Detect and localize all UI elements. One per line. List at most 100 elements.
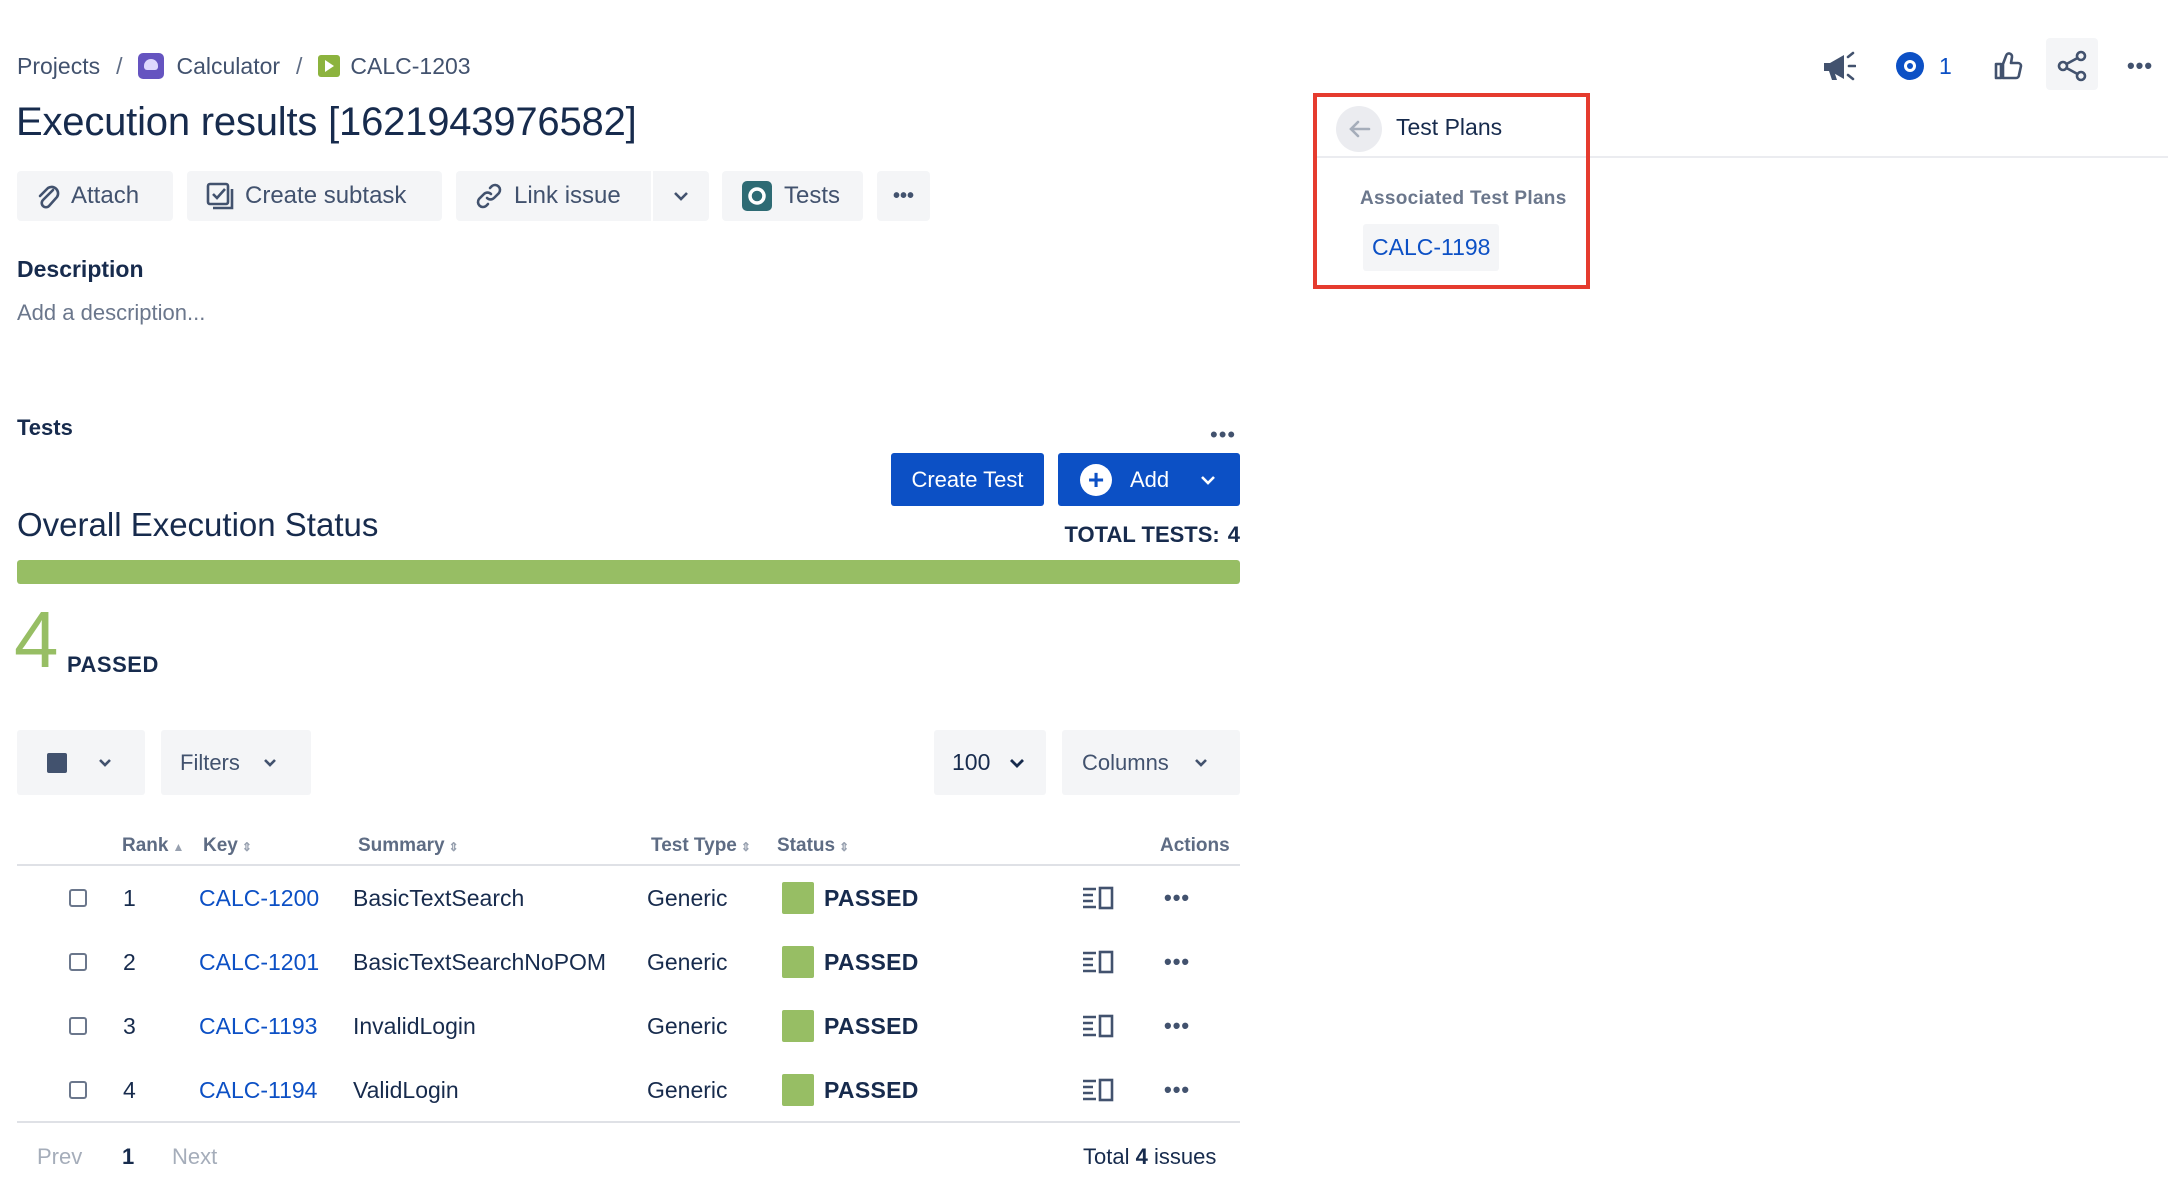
- description-field[interactable]: Add a description...: [17, 300, 205, 326]
- row-status: PASSED: [782, 866, 919, 930]
- row-summary: ValidLogin: [353, 1076, 459, 1103]
- highlight-box: [1313, 93, 1590, 289]
- columns-dropdown[interactable]: Columns: [1062, 730, 1240, 795]
- column-header-key[interactable]: Key ⇕: [203, 835, 252, 857]
- breadcrumb-separator: /: [116, 52, 123, 79]
- tests-button[interactable]: Tests: [722, 171, 863, 221]
- share-icon: [2054, 44, 2090, 88]
- total-issues-count: 4: [1135, 1144, 1148, 1169]
- feedback-megaphone-icon[interactable]: [1818, 44, 1858, 88]
- sort-icon: ⇕: [241, 840, 252, 854]
- pagination-prev[interactable]: Prev: [37, 1144, 82, 1170]
- add-button[interactable]: + Add: [1058, 453, 1240, 506]
- watch-button[interactable]: 1: [1893, 44, 1953, 88]
- total-issues-suffix: issues: [1153, 1144, 1217, 1169]
- row-test-type: Generic: [647, 1012, 728, 1039]
- total-issues-prefix: Total: [1083, 1144, 1130, 1169]
- row-key-link[interactable]: CALC-1193: [199, 994, 317, 1058]
- breadcrumb-issue-link[interactable]: CALC-1203: [350, 53, 470, 80]
- row-status: PASSED: [782, 1058, 919, 1122]
- row-summary: BasicTextSearchNoPOM: [353, 948, 607, 975]
- row-rank: 1: [123, 884, 136, 911]
- pagination-next[interactable]: Next: [172, 1144, 217, 1170]
- chevron-down-icon: [1008, 757, 1026, 769]
- create-subtask-button[interactable]: Create subtask: [187, 171, 442, 221]
- tests-more-button[interactable]: •••: [1210, 422, 1236, 448]
- more-actions-button[interactable]: •••: [877, 171, 930, 221]
- select-all-dropdown[interactable]: [17, 730, 145, 795]
- page-title[interactable]: Execution results [1621943976582]: [16, 100, 637, 145]
- select-square-icon: [47, 752, 67, 773]
- table-row: 4 CALC-1194 ValidLogin Generic PASSED ••…: [17, 1058, 1240, 1122]
- tests-label: Tests: [784, 182, 841, 209]
- breadcrumb-project-link[interactable]: Calculator: [176, 53, 280, 80]
- add-label: Add: [1130, 466, 1170, 492]
- chevron-down-icon: [672, 190, 690, 202]
- pagination-page-1[interactable]: 1: [122, 1144, 134, 1170]
- row-checkbox[interactable]: [69, 1081, 87, 1099]
- row-key-link[interactable]: CALC-1200: [199, 866, 319, 930]
- plus-icon: +: [1080, 463, 1112, 496]
- table-row: 3 CALC-1193 InvalidLogin Generic PASSED …: [17, 994, 1240, 1058]
- progress-passed-fill: [17, 560, 1240, 584]
- row-test-type: Generic: [647, 948, 728, 975]
- status-header-label: Status: [777, 835, 836, 856]
- vote-thumbs-up-icon[interactable]: [1990, 44, 2026, 88]
- passed-count: 4: [14, 595, 59, 684]
- column-header-test-type[interactable]: Test Type ⇕: [651, 835, 751, 857]
- row-more-button[interactable]: •••: [1164, 930, 1190, 994]
- execution-details-icon[interactable]: [1081, 994, 1115, 1058]
- row-key-link[interactable]: CALC-1194: [199, 1058, 317, 1122]
- status-color-swatch: [782, 1010, 814, 1042]
- chevron-down-icon: [97, 757, 113, 769]
- row-checkbox[interactable]: [69, 1017, 87, 1035]
- create-test-label: Create Test: [911, 466, 1024, 492]
- status-label: PASSED: [824, 1012, 919, 1039]
- total-issues: Total 4 issues: [1083, 1144, 1216, 1170]
- page-size-select[interactable]: 100: [934, 730, 1046, 795]
- project-avatar-icon: [138, 53, 165, 79]
- row-more-button[interactable]: •••: [1164, 866, 1190, 930]
- test-type-header-label: Test Type: [651, 835, 737, 856]
- row-test-type: Generic: [647, 884, 728, 911]
- paperclip-icon: [35, 182, 61, 210]
- column-header-summary[interactable]: Summary ⇕: [358, 835, 459, 857]
- execution-details-icon[interactable]: [1081, 1058, 1115, 1122]
- attach-label: Attach: [71, 182, 140, 209]
- more-icon: •••: [892, 184, 914, 207]
- table-footer-divider: [17, 1121, 1240, 1123]
- row-summary: InvalidLogin: [353, 1012, 476, 1039]
- row-rank: 3: [123, 1012, 136, 1039]
- execution-details-icon[interactable]: [1081, 866, 1115, 930]
- row-key-link[interactable]: CALC-1201: [199, 930, 319, 994]
- row-rank: 4: [123, 1076, 136, 1103]
- total-tests-value: 4: [1227, 522, 1240, 547]
- column-header-rank[interactable]: Rank ▲: [122, 835, 184, 857]
- attach-button[interactable]: Attach: [17, 171, 173, 221]
- create-subtask-label: Create subtask: [245, 182, 407, 209]
- link-issue-button[interactable]: Link issue: [456, 171, 651, 221]
- row-more-button[interactable]: •••: [1164, 994, 1190, 1058]
- status-label: PASSED: [824, 1076, 919, 1103]
- key-header-label: Key: [203, 835, 238, 856]
- column-header-status[interactable]: Status ⇕: [777, 835, 849, 857]
- execution-details-icon[interactable]: [1081, 930, 1115, 994]
- link-issue-dropdown-button[interactable]: [653, 171, 709, 221]
- overall-execution-status-title: Overall Execution Status: [17, 506, 379, 543]
- test-execution-type-icon: [318, 55, 341, 77]
- status-color-swatch: [782, 946, 814, 978]
- row-more-button[interactable]: •••: [1164, 1058, 1190, 1122]
- row-checkbox[interactable]: [69, 953, 87, 971]
- page-size-value: 100: [952, 749, 991, 775]
- row-checkbox[interactable]: [69, 889, 87, 907]
- filters-dropdown[interactable]: Filters: [161, 730, 311, 795]
- tests-heading: Tests: [17, 415, 73, 440]
- execution-progress-bar: [17, 560, 1240, 584]
- passed-label: PASSED: [67, 652, 159, 677]
- issue-more-button[interactable]: •••: [2120, 44, 2160, 88]
- eye-icon: [1893, 51, 1927, 81]
- create-test-button[interactable]: Create Test: [891, 453, 1044, 506]
- sort-asc-icon: ▲: [172, 840, 185, 854]
- link-issue-label: Link issue: [514, 182, 621, 209]
- breadcrumb-projects-link[interactable]: Projects: [17, 53, 100, 80]
